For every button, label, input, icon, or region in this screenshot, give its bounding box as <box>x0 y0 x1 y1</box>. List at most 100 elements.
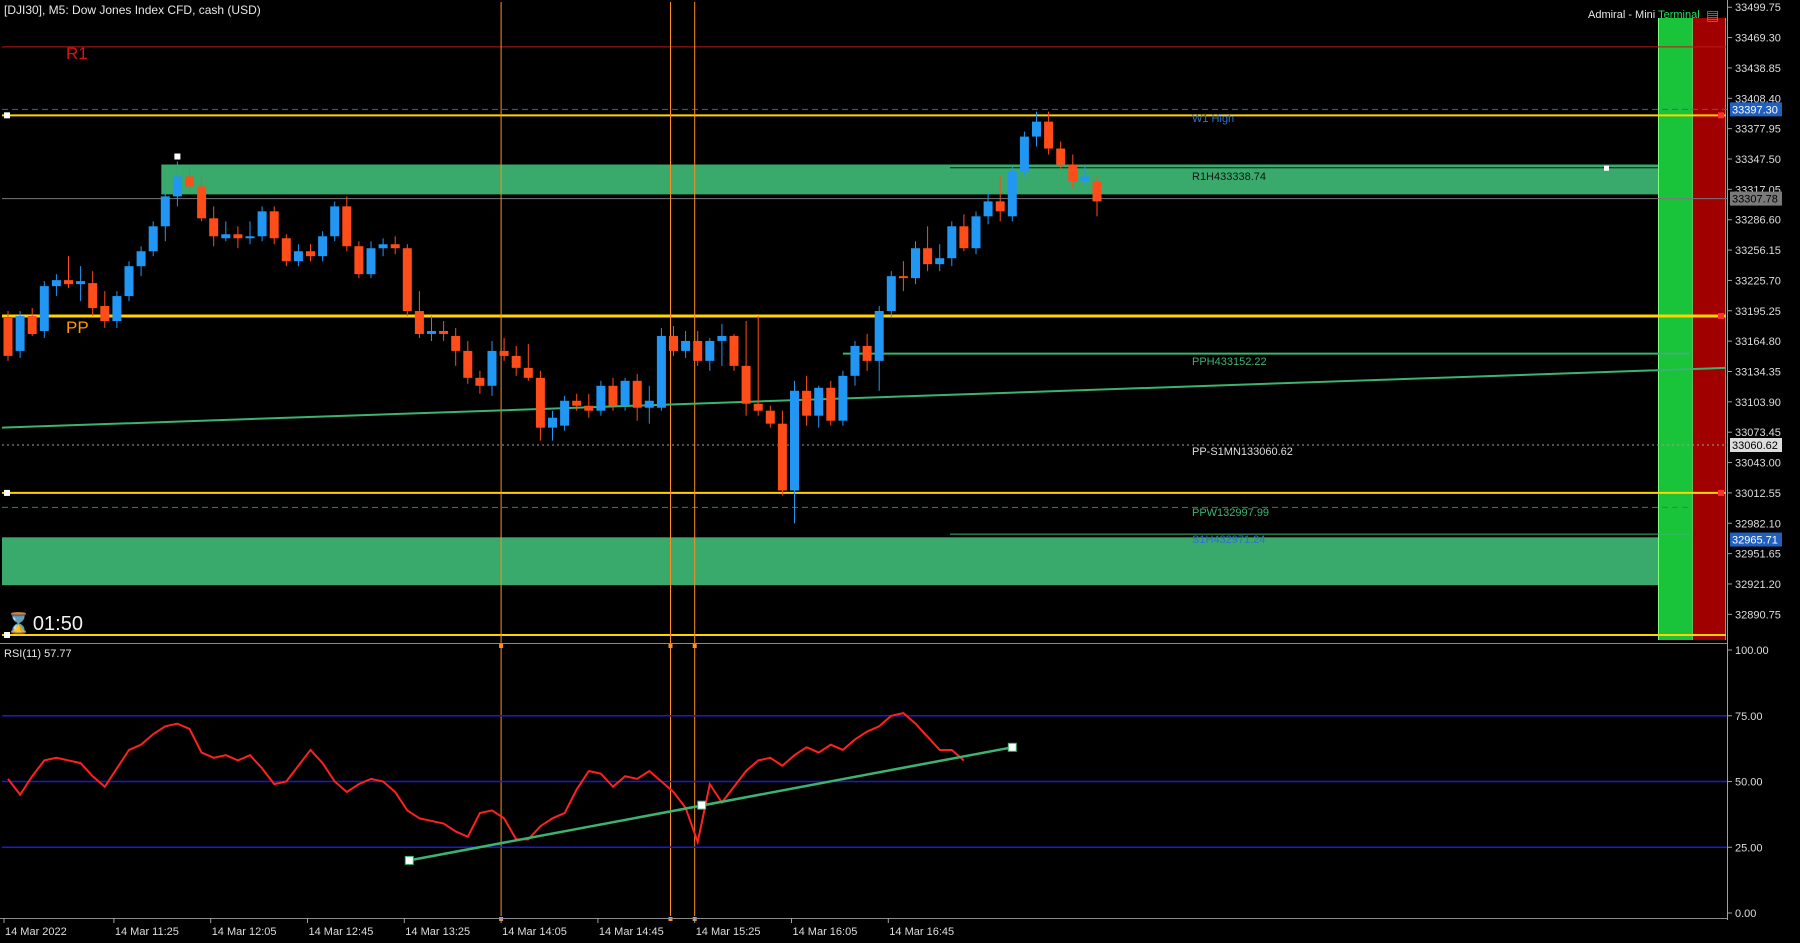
candle-body <box>826 387 836 421</box>
candle-body <box>971 216 981 249</box>
vline-marker <box>499 644 504 648</box>
candle-body <box>148 226 158 252</box>
candle <box>560 395 570 431</box>
candle-body <box>378 244 388 249</box>
price-tick-label: 33073.45 <box>1735 427 1781 439</box>
rsi-tick-label: 100.00 <box>1735 645 1769 657</box>
time-tick-label: 14 Mar 14:45 <box>599 926 664 938</box>
candle <box>886 271 896 319</box>
candle <box>1019 131 1029 177</box>
rsi-tick-label: 25.00 <box>1735 842 1763 854</box>
chart-icon[interactable]: ▤ <box>1706 7 1719 24</box>
candle-body <box>15 316 25 351</box>
candle-body <box>64 280 73 285</box>
candle-body <box>233 234 243 239</box>
candle <box>257 206 267 242</box>
candle <box>354 241 364 279</box>
candle-body <box>1068 164 1078 182</box>
candle-body <box>1032 121 1041 137</box>
candle-body <box>596 385 606 411</box>
candle <box>15 311 25 358</box>
candle-body <box>427 330 436 334</box>
candle-body <box>535 377 545 428</box>
candle-body <box>209 218 219 237</box>
candle-body <box>608 385 618 406</box>
price-tick-label: 33012.55 <box>1735 488 1781 500</box>
vline-marker <box>668 644 673 648</box>
candle-body <box>221 234 231 239</box>
candle-body <box>741 365 751 404</box>
candle-body <box>185 176 194 187</box>
candle <box>39 281 49 338</box>
price-tick-label: 33103.90 <box>1735 397 1781 409</box>
candle-body <box>475 377 485 386</box>
candle-body <box>874 311 884 361</box>
brand-terminal: Terminal <box>1658 9 1700 21</box>
brand-label[interactable]: Admiral - Mini Terminal <box>1588 9 1700 21</box>
candle-body <box>983 201 993 217</box>
candle-body <box>342 206 352 247</box>
s1h4-label: S1H432971.24 <box>1192 534 1265 546</box>
candle-body <box>935 258 945 265</box>
candle <box>148 221 158 257</box>
line-handle <box>1718 112 1724 119</box>
price-tick-label: 33134.35 <box>1735 366 1781 378</box>
price-tick-label: 33347.50 <box>1735 154 1781 166</box>
candle-body <box>995 201 1005 212</box>
line-handle <box>4 112 10 119</box>
price-tick-label: 32982.10 <box>1735 518 1781 530</box>
candle-body <box>439 330 449 334</box>
rsi-tick-label: 0.00 <box>1735 908 1756 920</box>
candle-body <box>451 335 461 351</box>
candle-body <box>898 276 908 279</box>
candle-body <box>76 281 86 285</box>
price-tick-label: 33469.30 <box>1735 33 1781 45</box>
rsi-trendline-handle <box>697 800 707 810</box>
candle-body <box>886 276 896 312</box>
price-tick-label: 33256.15 <box>1735 245 1781 257</box>
candle-body <box>39 286 49 331</box>
time-tick-label: 14 Mar 14:05 <box>502 926 567 938</box>
candle-body <box>1007 171 1017 217</box>
s1h4-badge: 32965.71 <box>1732 535 1778 547</box>
ppw1-label: PPW132997.99 <box>1192 507 1269 519</box>
candle <box>3 311 13 361</box>
candle-body <box>390 244 400 249</box>
time-tick-label: 14 Mar 16:45 <box>889 926 954 938</box>
candle-body <box>402 248 412 312</box>
time-tick-label: 14 Mar 15:25 <box>696 926 761 938</box>
candle-body <box>790 390 799 491</box>
candle-body <box>306 251 315 257</box>
price-tick-label: 32890.75 <box>1735 609 1781 621</box>
vline-marker <box>692 644 697 648</box>
candle-body <box>1092 181 1102 202</box>
candle-body <box>100 306 110 321</box>
line-handle <box>174 153 181 160</box>
price-tick-label: 33164.80 <box>1735 336 1781 348</box>
price-tick-label: 33438.85 <box>1735 63 1781 75</box>
candle-body <box>511 355 521 368</box>
candle-body <box>257 211 267 237</box>
candle-body <box>330 206 340 237</box>
candle-body <box>644 400 654 408</box>
price-tick-label: 33195.25 <box>1735 306 1781 318</box>
w1-high-badge: 33397.30 <box>1732 104 1778 116</box>
rsi-trendline-handle <box>404 855 414 865</box>
candle-body <box>620 380 630 406</box>
candle-body <box>838 375 848 421</box>
bar-timer: ⌛ 01:50 <box>6 611 83 636</box>
trading-chart[interactable]: R1 PP W1 High R1H433338.74 PPH433152.22 PP-S1… <box>0 0 1800 943</box>
candle-body <box>572 400 582 406</box>
time-tick-label: 14 Mar 2022 <box>5 926 67 938</box>
candle-body <box>269 211 279 239</box>
candle-body <box>414 311 424 334</box>
line-handle <box>1718 489 1724 496</box>
hourglass-icon: ⌛ <box>6 613 31 635</box>
rsi-trendline-handle <box>1007 742 1017 752</box>
candle-body <box>802 390 812 416</box>
candle-body <box>560 400 570 426</box>
candle-body <box>717 335 727 341</box>
candle-body <box>3 318 13 356</box>
candle <box>656 327 666 411</box>
strip-green-column <box>1659 18 1693 640</box>
